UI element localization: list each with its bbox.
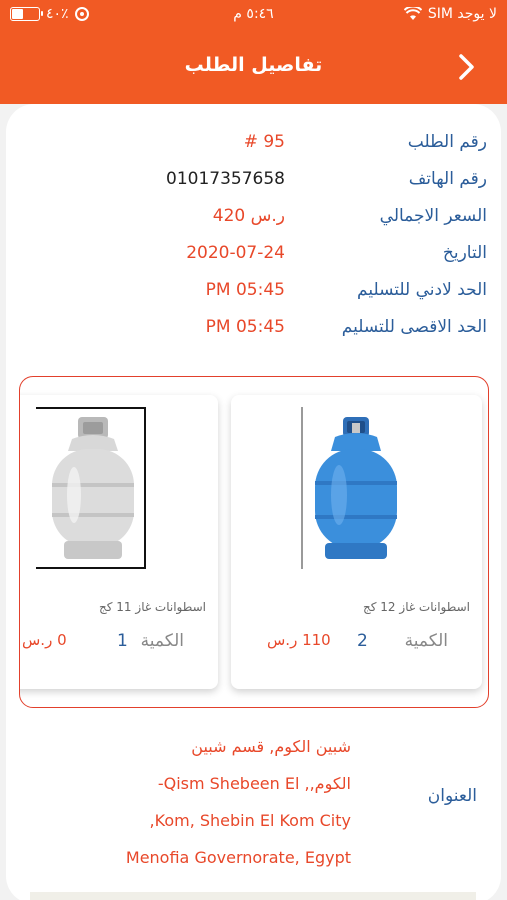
total-price-label: السعر الاجمالي <box>379 206 487 226</box>
date-row: التاريخ 2020-07-24 <box>0 237 507 273</box>
white-gas-cylinder-icon <box>52 417 134 559</box>
rotation-lock-icon <box>74 7 89 21</box>
page-title: تفاصيل الطلب <box>184 54 323 76</box>
max-delivery-value: PM 05:45 <box>205 317 285 337</box>
max-delivery-row: الحد الاقصى للتسليم PM 05:45 <box>0 311 507 347</box>
min-delivery-label: الحد لادني للتسليم <box>357 280 487 300</box>
order-number-label: رقم الطلب <box>407 132 487 152</box>
blue-gas-cylinder-icon <box>315 417 397 559</box>
quantity-label: الكمية <box>404 631 448 651</box>
product-name: اسطوانات غاز 12 كج <box>363 600 470 614</box>
product-name: اسطوانات غاز 11 كج <box>99 600 206 614</box>
order-number-row: رقم الطلب # 95 <box>0 126 507 162</box>
address-line: Kom, Shebin El Kom City, <box>149 811 351 830</box>
min-delivery-value: PM 05:45 <box>205 280 285 300</box>
map-preview[interactable] <box>30 892 476 900</box>
navigation-bar: تفاصيل الطلب <box>0 34 507 104</box>
min-delivery-row: الحد لادني للتسليم PM 05:45 <box>0 274 507 310</box>
address-line: الكوم,, Qism Shebeen El- <box>157 774 351 793</box>
order-number-value: # 95 <box>243 132 285 152</box>
address-label: العنوان <box>427 786 477 806</box>
date-value: 2020-07-24 <box>186 243 285 263</box>
chevron-right-icon[interactable] <box>451 52 481 82</box>
battery-icon <box>10 7 43 21</box>
address-line: Menofia Governorate, Egypt <box>125 848 351 867</box>
total-price-value: 420 ر.س <box>212 206 285 226</box>
address-text: شبين الكوم, قسم شبين الكوم,, Qism Shebee… <box>91 728 351 876</box>
date-label: التاريخ <box>442 243 487 263</box>
phone-label: رقم الهاتف <box>408 169 487 189</box>
phone-value[interactable]: 01017357658 <box>166 169 285 189</box>
status-bar: لا يوجد SIM ٥:٤٦ م ٤٠٪ <box>0 0 507 34</box>
total-price-row: السعر الاجمالي 420 ر.س <box>0 200 507 236</box>
quantity-label: الكمية <box>140 631 184 651</box>
quantity-value: 2 <box>357 631 368 651</box>
address-line: شبين الكوم, قسم شبين <box>191 737 351 756</box>
status-left: ٤٠٪ <box>10 6 89 22</box>
image-divider <box>301 407 303 569</box>
battery-percent: ٤٠٪ <box>46 6 69 22</box>
product-card[interactable]: اسطوانات غاز 12 كج الكمية 2 110 ر.س <box>231 395 482 689</box>
max-delivery-label: الحد الاقصى للتسليم <box>341 317 487 337</box>
phone-row: رقم الهاتف 01017357658 <box>0 163 507 199</box>
quantity-value: 1 <box>117 631 128 651</box>
product-price: 0 ر.س <box>22 631 67 649</box>
product-price: 110 ر.س <box>267 631 331 649</box>
products-list[interactable]: اسطوانات غاز 12 كج الكمية 2 110 ر.س اسطو… <box>19 376 489 708</box>
product-card[interactable]: اسطوانات غاز 11 كج الكمية 1 0 ر.س <box>20 395 218 689</box>
